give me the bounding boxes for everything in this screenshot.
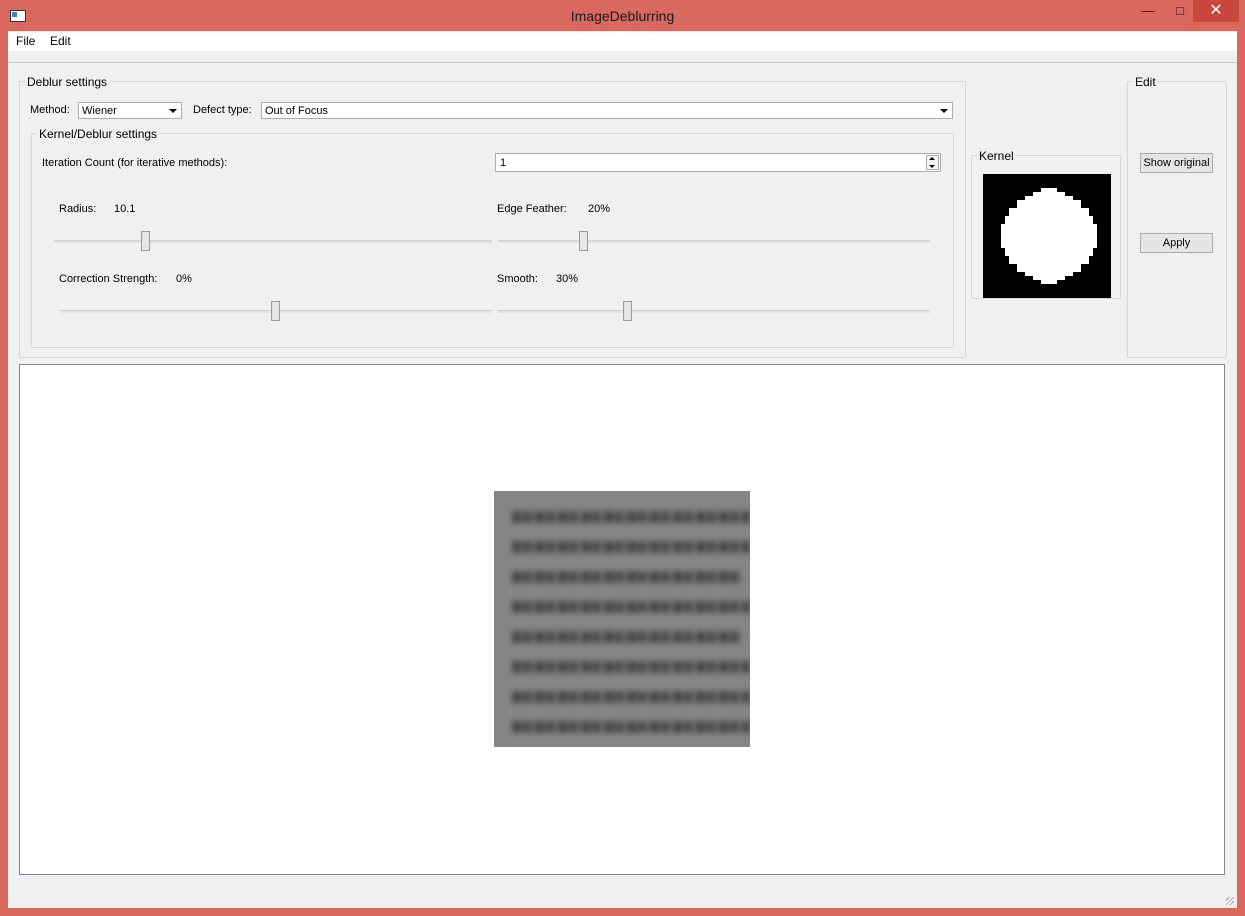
defect-type-value: Out of Focus [265,105,328,117]
kernel-preview-image [983,174,1111,298]
spin-down-icon[interactable] [929,165,935,168]
radius-value: 10.1 [114,203,136,215]
edit-group: Edit Show original Apply [1127,75,1227,358]
blurred-text-row [512,661,750,673]
kernel-disc-icon [983,174,1111,298]
window-title: ImageDeblurring [570,8,675,24]
edge-feather-label: Edge Feather: [497,203,567,215]
slider-groove [498,240,930,243]
blurred-image-preview [494,491,750,747]
blurred-text-row [512,631,742,643]
kernel-group: Kernel [971,149,1121,299]
show-original-button[interactable]: Show original [1140,153,1213,173]
smooth-slider[interactable] [498,301,930,323]
edit-title: Edit [1133,75,1158,89]
defect-type-label: Defect type: [193,104,252,116]
correction-strength-slider[interactable] [60,301,492,323]
blurred-text-row [512,571,742,583]
chevron-down-icon [169,109,177,113]
apply-button[interactable]: Apply [1140,233,1213,253]
blurred-text-row [512,691,750,703]
menu-file[interactable]: File [16,34,35,48]
app-window: ImageDeblurring — □ ✕ File Edit Deblur s… [0,0,1245,916]
correction-strength-value: 0% [176,273,192,285]
slider-handle[interactable] [140,231,150,251]
radius-slider[interactable] [54,231,492,253]
kernel-deblur-settings-title: Kernel/Deblur settings [37,127,160,141]
chevron-down-icon [940,109,948,113]
client-area: File Edit Deblur settings Method: Wiener… [8,31,1237,908]
image-canvas[interactable] [19,364,1225,875]
title-bar: ImageDeblurring — □ ✕ [0,0,1245,31]
blurred-text-row [512,721,750,733]
radius-label: Radius: [59,203,97,215]
close-button[interactable]: ✕ [1193,0,1239,22]
slider-handle[interactable] [271,301,280,321]
resize-grip-icon[interactable] [1226,897,1234,905]
smooth-label: Smooth: [497,273,538,285]
deblur-settings-title: Deblur settings [25,75,110,89]
spin-up-icon[interactable] [929,157,935,160]
slider-handle[interactable] [579,231,589,251]
iteration-count-value: 1 [500,157,507,169]
blurred-text-row [512,601,750,613]
method-label: Method: [30,104,70,116]
edge-feather-slider[interactable] [498,231,930,253]
kernel-deblur-settings-group: Kernel/Deblur settings Iteration Count (… [31,127,954,348]
maximize-button[interactable]: □ [1164,0,1196,22]
slider-handle[interactable] [622,301,632,321]
iteration-count-label: Iteration Count (for iterative methods): [42,157,228,169]
deblur-settings-group: Deblur settings Method: Wiener Defect ty… [19,75,966,358]
blurred-text-row [512,541,750,553]
slider-groove [54,240,492,243]
menu-edit[interactable]: Edit [50,34,71,48]
toolbar [8,51,1237,63]
minimize-button[interactable]: — [1132,0,1164,22]
defect-type-combo[interactable]: Out of Focus [261,102,953,119]
method-combo[interactable]: Wiener [78,102,182,119]
method-value: Wiener [82,105,117,117]
menu-bar: File Edit [8,31,1237,51]
smooth-value: 30% [556,273,579,285]
edge-feather-value: 20% [588,203,611,215]
slider-groove [498,310,930,313]
correction-strength-label: Correction Strength: [59,273,158,285]
blurred-text-row [512,511,750,523]
kernel-title: Kernel [977,149,1016,163]
iteration-count-spinbox[interactable]: 1 [495,153,941,172]
spin-buttons[interactable] [926,155,939,170]
